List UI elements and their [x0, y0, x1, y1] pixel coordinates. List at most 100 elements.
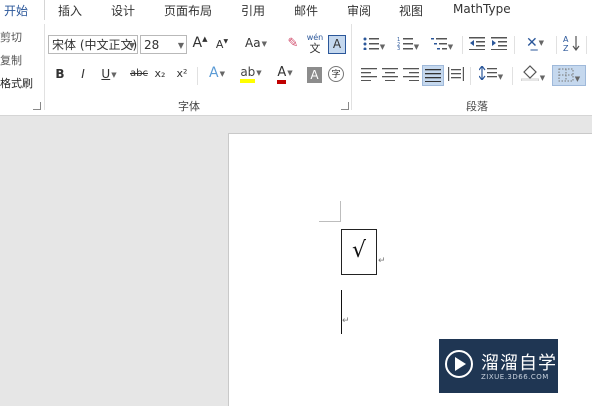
line-spacing-button[interactable]: ▼ — [476, 65, 506, 86]
tab-mathtype[interactable]: MathType — [453, 2, 511, 16]
font-color-label: A — [277, 66, 287, 84]
phonetic-guide-bottom: 文 — [309, 42, 321, 55]
chevron-down-icon: ▼ — [287, 68, 293, 77]
line-spacing-icon — [478, 65, 497, 81]
tab-insert[interactable]: 插入 — [58, 2, 82, 19]
cut-button[interactable]: 剪切 — [0, 29, 22, 45]
format-painter-button[interactable]: 格式刷 — [0, 75, 33, 91]
clear-formatting-icon[interactable]: ✎ — [285, 36, 301, 54]
font-name-value: 宋体 (中文正文) — [52, 38, 138, 52]
align-center-button[interactable] — [381, 67, 399, 85]
watermark-url: ZIXUE.3D66.COM — [481, 373, 549, 381]
character-border-button[interactable]: A — [328, 35, 346, 54]
chevron-down-icon: ▼ — [256, 68, 262, 77]
tab-mailings[interactable]: 邮件 — [294, 2, 318, 19]
bullet-list-icon — [363, 37, 379, 51]
phonetic-guide-button[interactable]: wén 文 — [306, 32, 324, 56]
enclose-characters-button[interactable]: 字 — [328, 66, 344, 82]
font-name-combo[interactable]: 宋体 (中文正文) ▼ — [48, 35, 138, 54]
paragraph-mark: ↵ — [378, 256, 386, 266]
svg-text:3: 3 — [397, 46, 400, 50]
character-shading-button[interactable]: A — [307, 67, 322, 83]
sort-button[interactable]: AZ — [562, 34, 582, 54]
chinese-layout-icon: ✕̲ — [525, 35, 538, 51]
tab-view[interactable]: 视图 — [399, 2, 423, 19]
distributed-button[interactable] — [447, 67, 465, 85]
chinese-layout-button[interactable]: ✕̲▼ — [520, 35, 550, 55]
font-launcher-icon[interactable] — [341, 102, 349, 110]
change-case-button[interactable]: Aa▼ — [242, 36, 270, 54]
align-right-button[interactable] — [402, 67, 420, 85]
tab-design[interactable]: 设计 — [111, 2, 135, 19]
multilevel-list-icon — [430, 38, 447, 50]
tab-references[interactable]: 引用 — [241, 2, 265, 19]
paragraph-mark: ↵ — [342, 316, 350, 326]
bold-button[interactable]: B — [53, 67, 67, 85]
group-separator — [512, 67, 513, 85]
font-color-button[interactable]: A▼ — [270, 65, 300, 85]
italic-button[interactable]: I — [76, 67, 90, 85]
borders-button[interactable]: ▼ — [552, 65, 586, 86]
chevron-down-icon: ▼ — [497, 72, 504, 81]
group-separator — [586, 36, 587, 54]
decrease-indent-button[interactable] — [468, 36, 486, 54]
margin-corner-mark — [319, 221, 340, 222]
decrease-indent-icon — [469, 37, 485, 51]
font-group-label: 字体 — [178, 100, 200, 113]
margin-corner-mark — [340, 201, 341, 222]
chevron-down-icon: ▼ — [219, 69, 225, 78]
svg-text:Z: Z — [563, 44, 569, 52]
underline-label: U — [101, 67, 111, 81]
grow-font-button[interactable]: A▲ — [192, 35, 208, 55]
distributed-icon — [448, 67, 464, 81]
character-border-label: A — [332, 37, 342, 51]
increase-indent-button[interactable] — [490, 36, 508, 54]
bullets-button[interactable]: ▼ — [360, 36, 388, 54]
paint-bucket-icon — [520, 65, 540, 82]
tab-review[interactable]: 审阅 — [347, 2, 371, 19]
increase-indent-icon — [491, 37, 507, 51]
group-separator — [462, 36, 463, 54]
ribbon-tab-bar: 开始 插入 设计 页面布局 引用 邮件 审阅 视图 MathType — [0, 0, 592, 21]
tab-home[interactable]: 开始 — [4, 2, 28, 19]
justify-button[interactable] — [422, 65, 444, 86]
group-separator — [197, 67, 198, 85]
group-separator — [44, 24, 45, 110]
align-right-icon — [403, 68, 419, 82]
align-left-button[interactable] — [360, 67, 378, 85]
watermark-badge: 溜溜自学 ZIXUE.3D66.COM — [439, 339, 558, 393]
text-cursor — [341, 290, 342, 334]
ribbon-panel: 剪切 复制 格式刷 宋体 (中文正文) ▼ 28 ▼ A▲ A▼ Aa▼ ✎ w… — [0, 20, 592, 116]
strikethrough-button[interactable]: abc — [128, 68, 150, 86]
chevron-down-icon: ▼ — [538, 39, 545, 47]
numbered-list-icon: 123 — [397, 37, 413, 52]
highlight-color-button[interactable]: ab▼ — [236, 65, 266, 85]
group-separator — [351, 24, 352, 110]
shrink-font-button[interactable]: A▼ — [214, 38, 230, 56]
change-case-label: Aa — [245, 36, 261, 50]
group-separator — [556, 36, 557, 54]
text-effects-button[interactable]: A▼ — [204, 65, 230, 85]
multilevel-list-button[interactable]: ▼ — [428, 36, 456, 54]
check-symbol-box[interactable]: √ — [341, 229, 377, 275]
clipboard-launcher-icon[interactable] — [33, 102, 41, 110]
superscript-button[interactable]: x² — [175, 67, 189, 85]
underline-button[interactable]: U▼ — [96, 67, 122, 85]
chevron-down-icon: ▼ — [128, 41, 135, 50]
copy-button[interactable]: 复制 — [0, 52, 22, 68]
font-size-combo[interactable]: 28 ▼ — [140, 35, 187, 54]
group-separator — [514, 36, 515, 54]
chevron-down-icon: ▼ — [447, 42, 454, 51]
highlighter-icon: ab — [240, 65, 256, 83]
shading-button[interactable]: ▼ — [518, 65, 548, 86]
subscript-button[interactable]: x₂ — [153, 67, 167, 85]
chevron-down-icon: ▼ — [574, 74, 581, 83]
font-size-value: 28 — [144, 38, 160, 52]
chevron-down-icon: ▼ — [177, 41, 184, 50]
tab-page-layout[interactable]: 页面布局 — [164, 2, 212, 19]
align-center-icon — [382, 68, 398, 82]
chevron-down-icon: ▼ — [379, 42, 386, 51]
chevron-down-icon: ▼ — [539, 73, 546, 82]
justify-icon — [425, 69, 441, 83]
numbering-button[interactable]: 1 2 3 ▼ — [394, 36, 422, 54]
